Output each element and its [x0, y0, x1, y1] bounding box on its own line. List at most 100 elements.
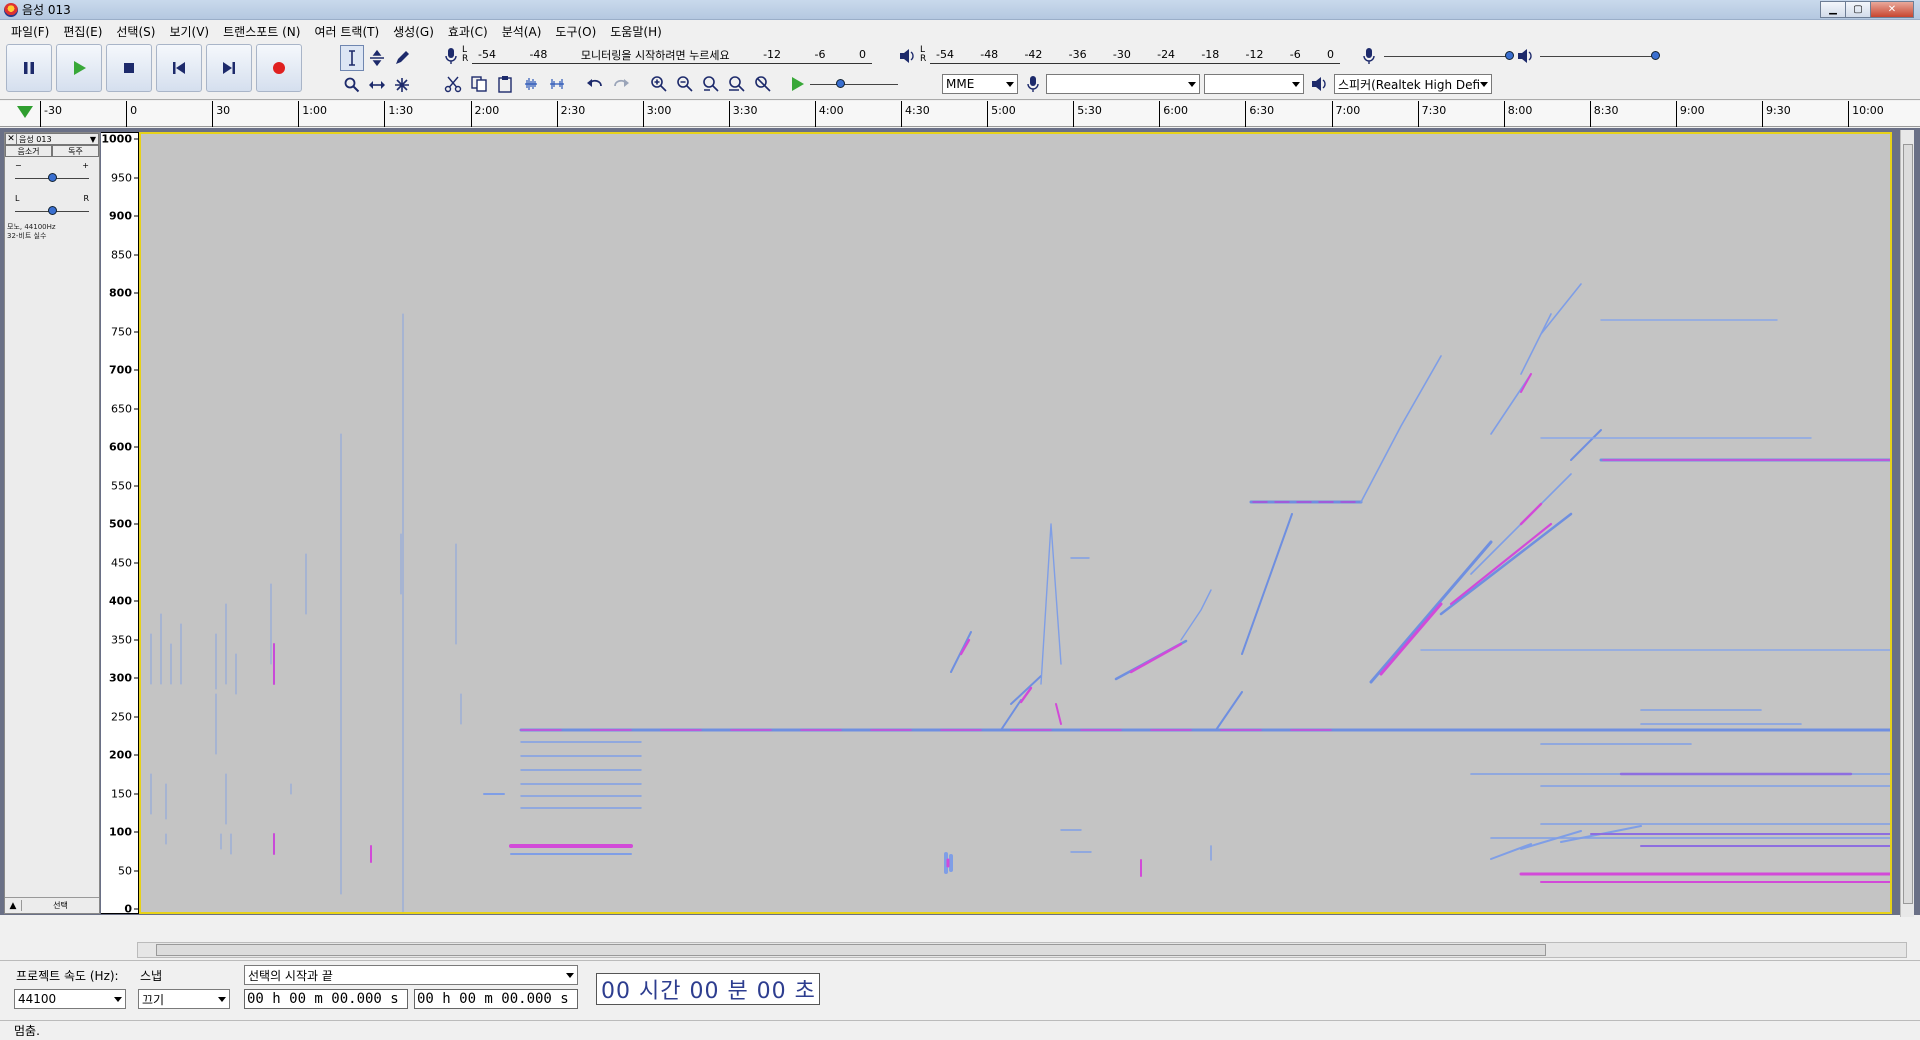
snap-value: 끄기 [142, 992, 165, 1007]
track-close-button[interactable]: ✕ [5, 133, 17, 145]
horizontal-scrollbar-thumb[interactable] [156, 944, 1546, 956]
menu-transport[interactable]: 트랜스포트 (N) [216, 23, 307, 40]
fit-project-button[interactable] [724, 72, 750, 96]
redo-icon [614, 79, 629, 87]
copy-icon [471, 76, 487, 92]
spectrogram-view[interactable] [139, 132, 1892, 914]
mute-button[interactable]: 음소거 [5, 145, 52, 157]
record-meter-tick: -54 [478, 48, 496, 61]
selection-end-time[interactable]: 00 h 00 m 00.000 s [414, 989, 578, 1009]
zoom-fit-icon [729, 76, 745, 92]
frequency-tick-label: 750 [111, 325, 132, 338]
frequency-tick-label: 200 [109, 748, 132, 762]
frequency-tick: 250 [111, 710, 138, 723]
cut-button[interactable] [440, 72, 466, 96]
play-icon [74, 61, 86, 75]
pause-button[interactable] [6, 44, 52, 92]
close-button[interactable]: ✕ [1870, 1, 1914, 18]
zoom-tool[interactable] [340, 72, 364, 98]
maximize-button[interactable]: ▢ [1845, 1, 1871, 18]
menu-generate[interactable]: 생성(G) [386, 23, 441, 40]
selection-mode-select[interactable]: 선택의 시작과 끝 [244, 965, 578, 985]
zoom-toggle-button[interactable] [750, 72, 776, 96]
menu-edit[interactable]: 편집(E) [56, 23, 109, 40]
menu-effect[interactable]: 효과(C) [441, 23, 495, 40]
selection-tool[interactable] [340, 45, 364, 71]
skip-start-button[interactable] [156, 44, 202, 92]
ruler-tick-label: 1:30 [388, 104, 414, 117]
ruler-tick-label: 10:00 [1852, 104, 1884, 117]
record-meter-mic-icon[interactable] [438, 44, 464, 68]
minimize-button[interactable]: ▁ [1820, 1, 1846, 18]
envelope-tool[interactable] [365, 45, 389, 71]
redo-button[interactable] [608, 72, 634, 96]
menu-view[interactable]: 보기(V) [162, 23, 216, 40]
menu-analyze[interactable]: 분석(A) [495, 23, 549, 40]
recording-volume-slider[interactable] [1384, 48, 1514, 64]
ruler-tick-label: 6:30 [1249, 104, 1275, 117]
copy-button[interactable] [466, 72, 492, 96]
playback-device-select[interactable]: 스피커(Realtek High Defi [1334, 74, 1492, 94]
record-meter[interactable]: LR -54 -48 모니터링을 시작하려면 누르세요 -12 -6 0 [462, 44, 874, 66]
undo-button[interactable] [582, 72, 608, 96]
record-button[interactable] [256, 44, 302, 92]
play-meter-speaker-icon[interactable] [894, 44, 920, 68]
frequency-tick-label: 800 [109, 286, 132, 300]
skip-end-icon [223, 62, 235, 74]
audio-host-select[interactable]: MME [942, 74, 1018, 94]
play-head-arrow-icon[interactable] [17, 106, 33, 118]
stop-button[interactable] [106, 44, 152, 92]
solo-button[interactable]: 독주 [52, 145, 99, 157]
time-shift-tool[interactable] [365, 72, 389, 98]
record-meter-scale: -54 -48 모니터링을 시작하려면 누르세요 -12 -6 0 [472, 46, 872, 64]
zoom-in-button[interactable] [646, 72, 672, 96]
vertical-scrollbar[interactable] [1900, 130, 1914, 917]
play-at-speed-slider[interactable] [810, 76, 898, 92]
magnifier-icon [344, 77, 360, 93]
pause-icon [24, 62, 34, 74]
pan-slider[interactable] [15, 203, 89, 219]
draw-tool[interactable] [390, 45, 414, 71]
skip-start-icon [173, 62, 185, 74]
selection-start-time[interactable]: 00 h 00 m 00.000 s [244, 989, 408, 1009]
frequency-tick-label: 400 [109, 594, 132, 608]
playback-volume-slider[interactable] [1540, 48, 1660, 64]
menu-help[interactable]: 도움말(H) [603, 23, 669, 40]
menu-tools[interactable]: 도구(O) [548, 23, 603, 40]
skip-end-button[interactable] [206, 44, 252, 92]
ruler-tick-label: 1:00 [302, 104, 327, 117]
trim-button[interactable] [518, 72, 544, 96]
audio-position-display[interactable]: 00 시간 00 분 00 초 [596, 973, 820, 1005]
multi-tool[interactable] [390, 72, 414, 98]
vertical-scrollbar-thumb[interactable] [1903, 144, 1913, 904]
record-channels-select[interactable] [1204, 74, 1304, 94]
track-menu-button[interactable]: 음성 013 ▼ [17, 133, 99, 145]
menu-file[interactable]: 파일(F) [4, 23, 56, 40]
horizontal-scrollbar[interactable] [137, 942, 1907, 958]
project-rate-select[interactable]: 44100 [14, 989, 126, 1009]
play-button[interactable] [56, 44, 102, 92]
play-at-speed-button[interactable] [784, 72, 810, 96]
spectrogram-image [150, 283, 1890, 912]
frequency-tick: 600 [109, 441, 138, 454]
ruler-tick-label: 3:00 [646, 104, 672, 117]
snap-select[interactable]: 끄기 [138, 989, 230, 1009]
frequency-tick-label: 900 [109, 209, 132, 223]
collapse-track-button[interactable]: ▲ [5, 901, 21, 911]
track-select-button[interactable]: 선택 [21, 900, 99, 911]
gain-slider[interactable] [15, 170, 89, 186]
play-meter-tick: -24 [1157, 48, 1176, 61]
frequency-axis[interactable]: 1000 950 900 850 800 750 700 650 600 550 500 450 400… [101, 132, 139, 916]
menu-tracks[interactable]: 여러 트랙(T) [307, 23, 386, 40]
silence-button[interactable] [544, 72, 570, 96]
paste-button[interactable] [492, 72, 518, 96]
frequency-tick: 950 [111, 171, 138, 184]
record-device-select[interactable] [1046, 74, 1200, 94]
zoom-out-button[interactable] [672, 72, 698, 96]
record-meter-prompt[interactable]: 모니터링을 시작하려면 누르세요 [581, 47, 730, 63]
menu-select[interactable]: 선택(S) [109, 23, 162, 40]
undo-icon [587, 79, 602, 87]
timeline-ruler[interactable]: -30 0 30 1:00 1:30 2:00 2:30 3:00 3:30 4:00 4:30 5:… [0, 101, 1920, 127]
fit-selection-button[interactable] [698, 72, 724, 96]
play-meter[interactable]: LR -54 -48 -42 -36 -30 -24 -18 -12 -6 0 [920, 44, 1340, 66]
